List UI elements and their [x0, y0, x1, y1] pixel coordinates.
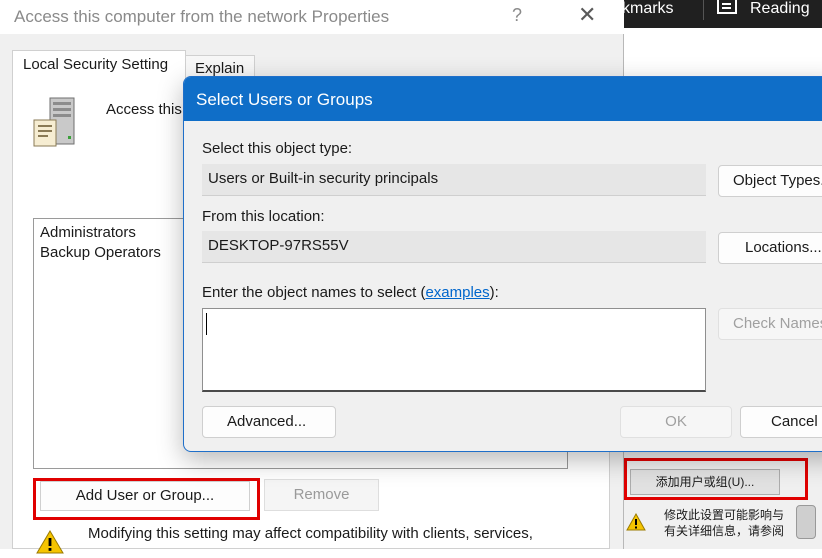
- warning-text-line-cn: 有关详细信息，请参阅: [664, 524, 785, 538]
- add-user-or-group-button[interactable]: Add User or Group...: [40, 481, 250, 511]
- text-caret: [206, 313, 207, 335]
- reading-list-label[interactable]: Reading: [750, 0, 810, 22]
- tab-label: Local Security Setting: [23, 56, 169, 73]
- check-names-button[interactable]: Check Names: [718, 308, 822, 340]
- object-names-input[interactable]: [202, 308, 706, 392]
- cancel-button[interactable]: Cancel: [740, 406, 822, 438]
- object-type-field: Users or Built-in security principals: [202, 164, 706, 196]
- select-users-dialog: Select Users or Groups Select this objec…: [183, 76, 822, 452]
- object-type-label: Select this object type:: [202, 140, 353, 157]
- object-names-label: Enter the object names to select (exampl…: [202, 284, 499, 301]
- warning-text-line-cn: 修改此设置可能影响与: [664, 508, 785, 522]
- dialog-title: Select Users or Groups: [196, 90, 373, 109]
- add-user-or-group-button-cn[interactable]: 添加用户或组(U)...: [630, 469, 780, 495]
- examples-link[interactable]: examples: [425, 284, 489, 301]
- dialog-title-bar[interactable]: Select Users or Groups: [184, 77, 822, 121]
- window-title: Access this computer from the network Pr…: [14, 7, 390, 26]
- phone-icon[interactable]: [796, 505, 816, 539]
- list-item[interactable]: Administrators: [40, 224, 136, 241]
- warning-icon: [626, 512, 646, 535]
- location-label: From this location:: [202, 208, 325, 225]
- title-bar: Access this computer from the network Pr…: [0, 0, 624, 34]
- locations-button[interactable]: Locations...: [718, 232, 822, 264]
- advanced-button[interactable]: Advanced...: [202, 406, 336, 438]
- object-names-label-text: Enter the object names to select (: [202, 284, 426, 301]
- bookmarks-label[interactable]: kmarks: [622, 0, 674, 22]
- toolbar-divider: [703, 0, 704, 20]
- server-policy-icon: [30, 96, 80, 150]
- object-types-button[interactable]: Object Types...: [718, 165, 822, 197]
- list-item[interactable]: Backup Operators: [40, 244, 161, 261]
- remove-button[interactable]: Remove: [264, 479, 379, 511]
- close-icon[interactable]: ✕: [578, 2, 596, 28]
- reading-list-icon[interactable]: [717, 0, 737, 14]
- tab-label: Explain: [195, 60, 245, 77]
- object-names-label-suffix: ):: [489, 284, 499, 301]
- tab-local-security-setting[interactable]: Local Security Setting: [12, 50, 186, 84]
- location-field: DESKTOP-97RS55V: [202, 231, 706, 263]
- warning-icon: [36, 530, 64, 558]
- help-icon[interactable]: ?: [512, 5, 522, 26]
- warning-text: Modifying this setting may affect compat…: [88, 525, 533, 542]
- policy-heading: Access this: [106, 101, 182, 118]
- ok-button[interactable]: OK: [620, 406, 732, 438]
